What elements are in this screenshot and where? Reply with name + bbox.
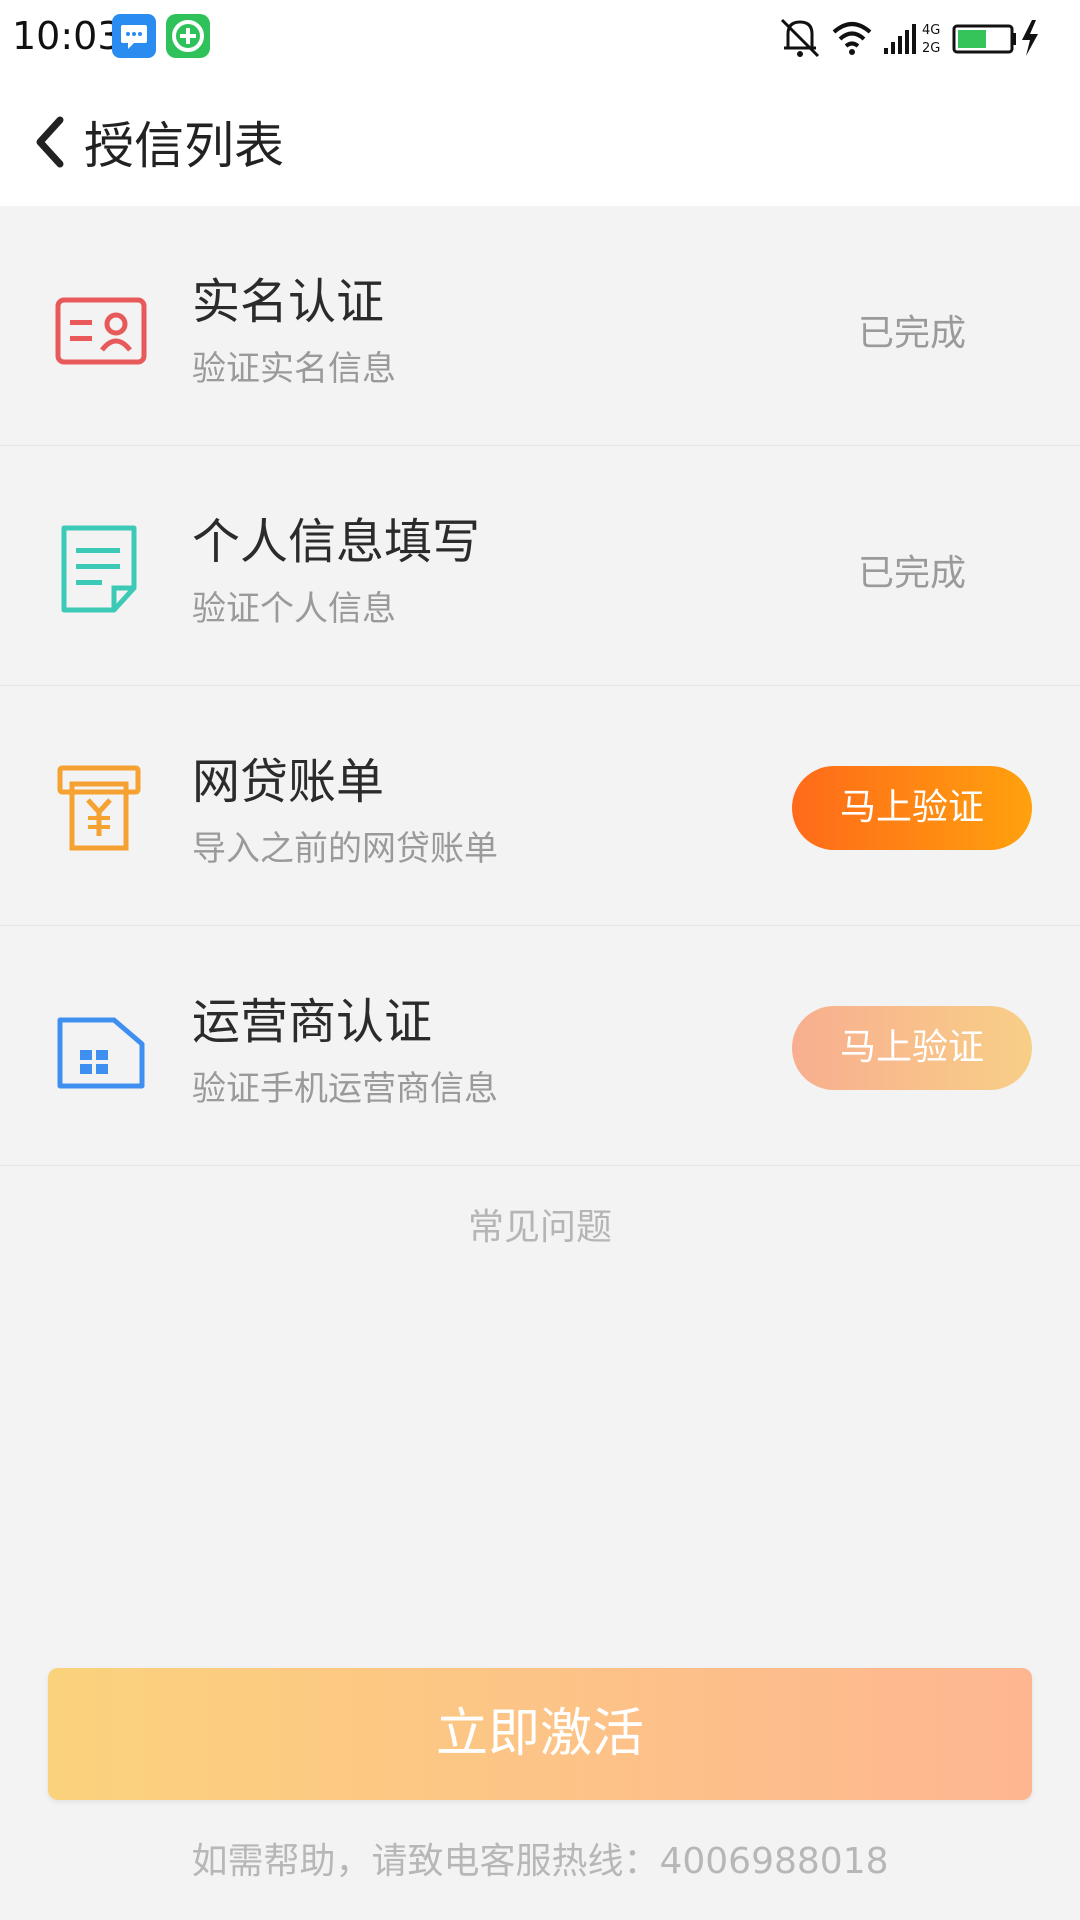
item-subtitle: 验证手机运营商信息 [192, 1069, 498, 1109]
charging-icon [1022, 20, 1038, 56]
status-time: 10:03 [12, 14, 122, 58]
list-item-carrier[interactable]: 运营商认证 验证手机运营商信息 马上验证 [0, 926, 1080, 1166]
activate-now-button[interactable]: 立即激活 [48, 1668, 1032, 1800]
verify-now-button[interactable]: 马上验证 [792, 1006, 1032, 1090]
item-title: 个人信息填写 [192, 514, 481, 570]
list-item-real-name[interactable]: 实名认证 验证实名信息 已完成 [0, 206, 1080, 446]
list-item-loan-bill[interactable]: 网贷账单 导入之前的网贷账单 马上验证 [0, 686, 1080, 926]
svg-text:4G: 4G [922, 23, 940, 38]
wifi-icon [832, 22, 872, 48]
battery-icon [952, 24, 1016, 54]
item-subtitle: 验证实名信息 [192, 349, 396, 389]
page-title: 授信列表 [84, 117, 284, 175]
item-title: 实名认证 [192, 274, 385, 330]
status-bar: 10:03 4G 2G [0, 0, 1080, 76]
chevron-left-icon[interactable] [28, 110, 76, 174]
navigation-header: 授信列表 [0, 76, 1080, 206]
document-icon [52, 524, 152, 614]
item-subtitle: 验证个人信息 [192, 589, 396, 629]
status-completed: 已完成 [857, 553, 966, 594]
list-item-personal-info[interactable]: 个人信息填写 验证个人信息 已完成 [0, 446, 1080, 686]
sim-card-icon [52, 1004, 152, 1094]
status-icons: 4G 2G [780, 18, 1038, 58]
message-icon [112, 14, 156, 58]
status-completed: 已完成 [857, 313, 966, 354]
plus-icon [166, 14, 210, 58]
faq-link[interactable]: 常见问题 [0, 1198, 1080, 1250]
signal-icon [884, 24, 916, 54]
customer-service-hotline: 如需帮助，请致电客服热线：4006988018 [191, 1841, 889, 1882]
item-title: 网贷账单 [192, 754, 385, 810]
id-card-icon [52, 284, 152, 374]
bill-yen-icon [52, 764, 152, 854]
item-title: 运营商认证 [192, 994, 433, 1050]
item-subtitle: 导入之前的网贷账单 [192, 829, 498, 869]
verify-now-button[interactable]: 马上验证 [792, 766, 1032, 850]
bell-off-icon [780, 18, 820, 58]
svg-text:2G: 2G [922, 41, 940, 56]
credit-list: 实名认证 验证实名信息 已完成 个人信息填写 验证个人信息 已完成 网贷账单 导… [0, 206, 1080, 1166]
